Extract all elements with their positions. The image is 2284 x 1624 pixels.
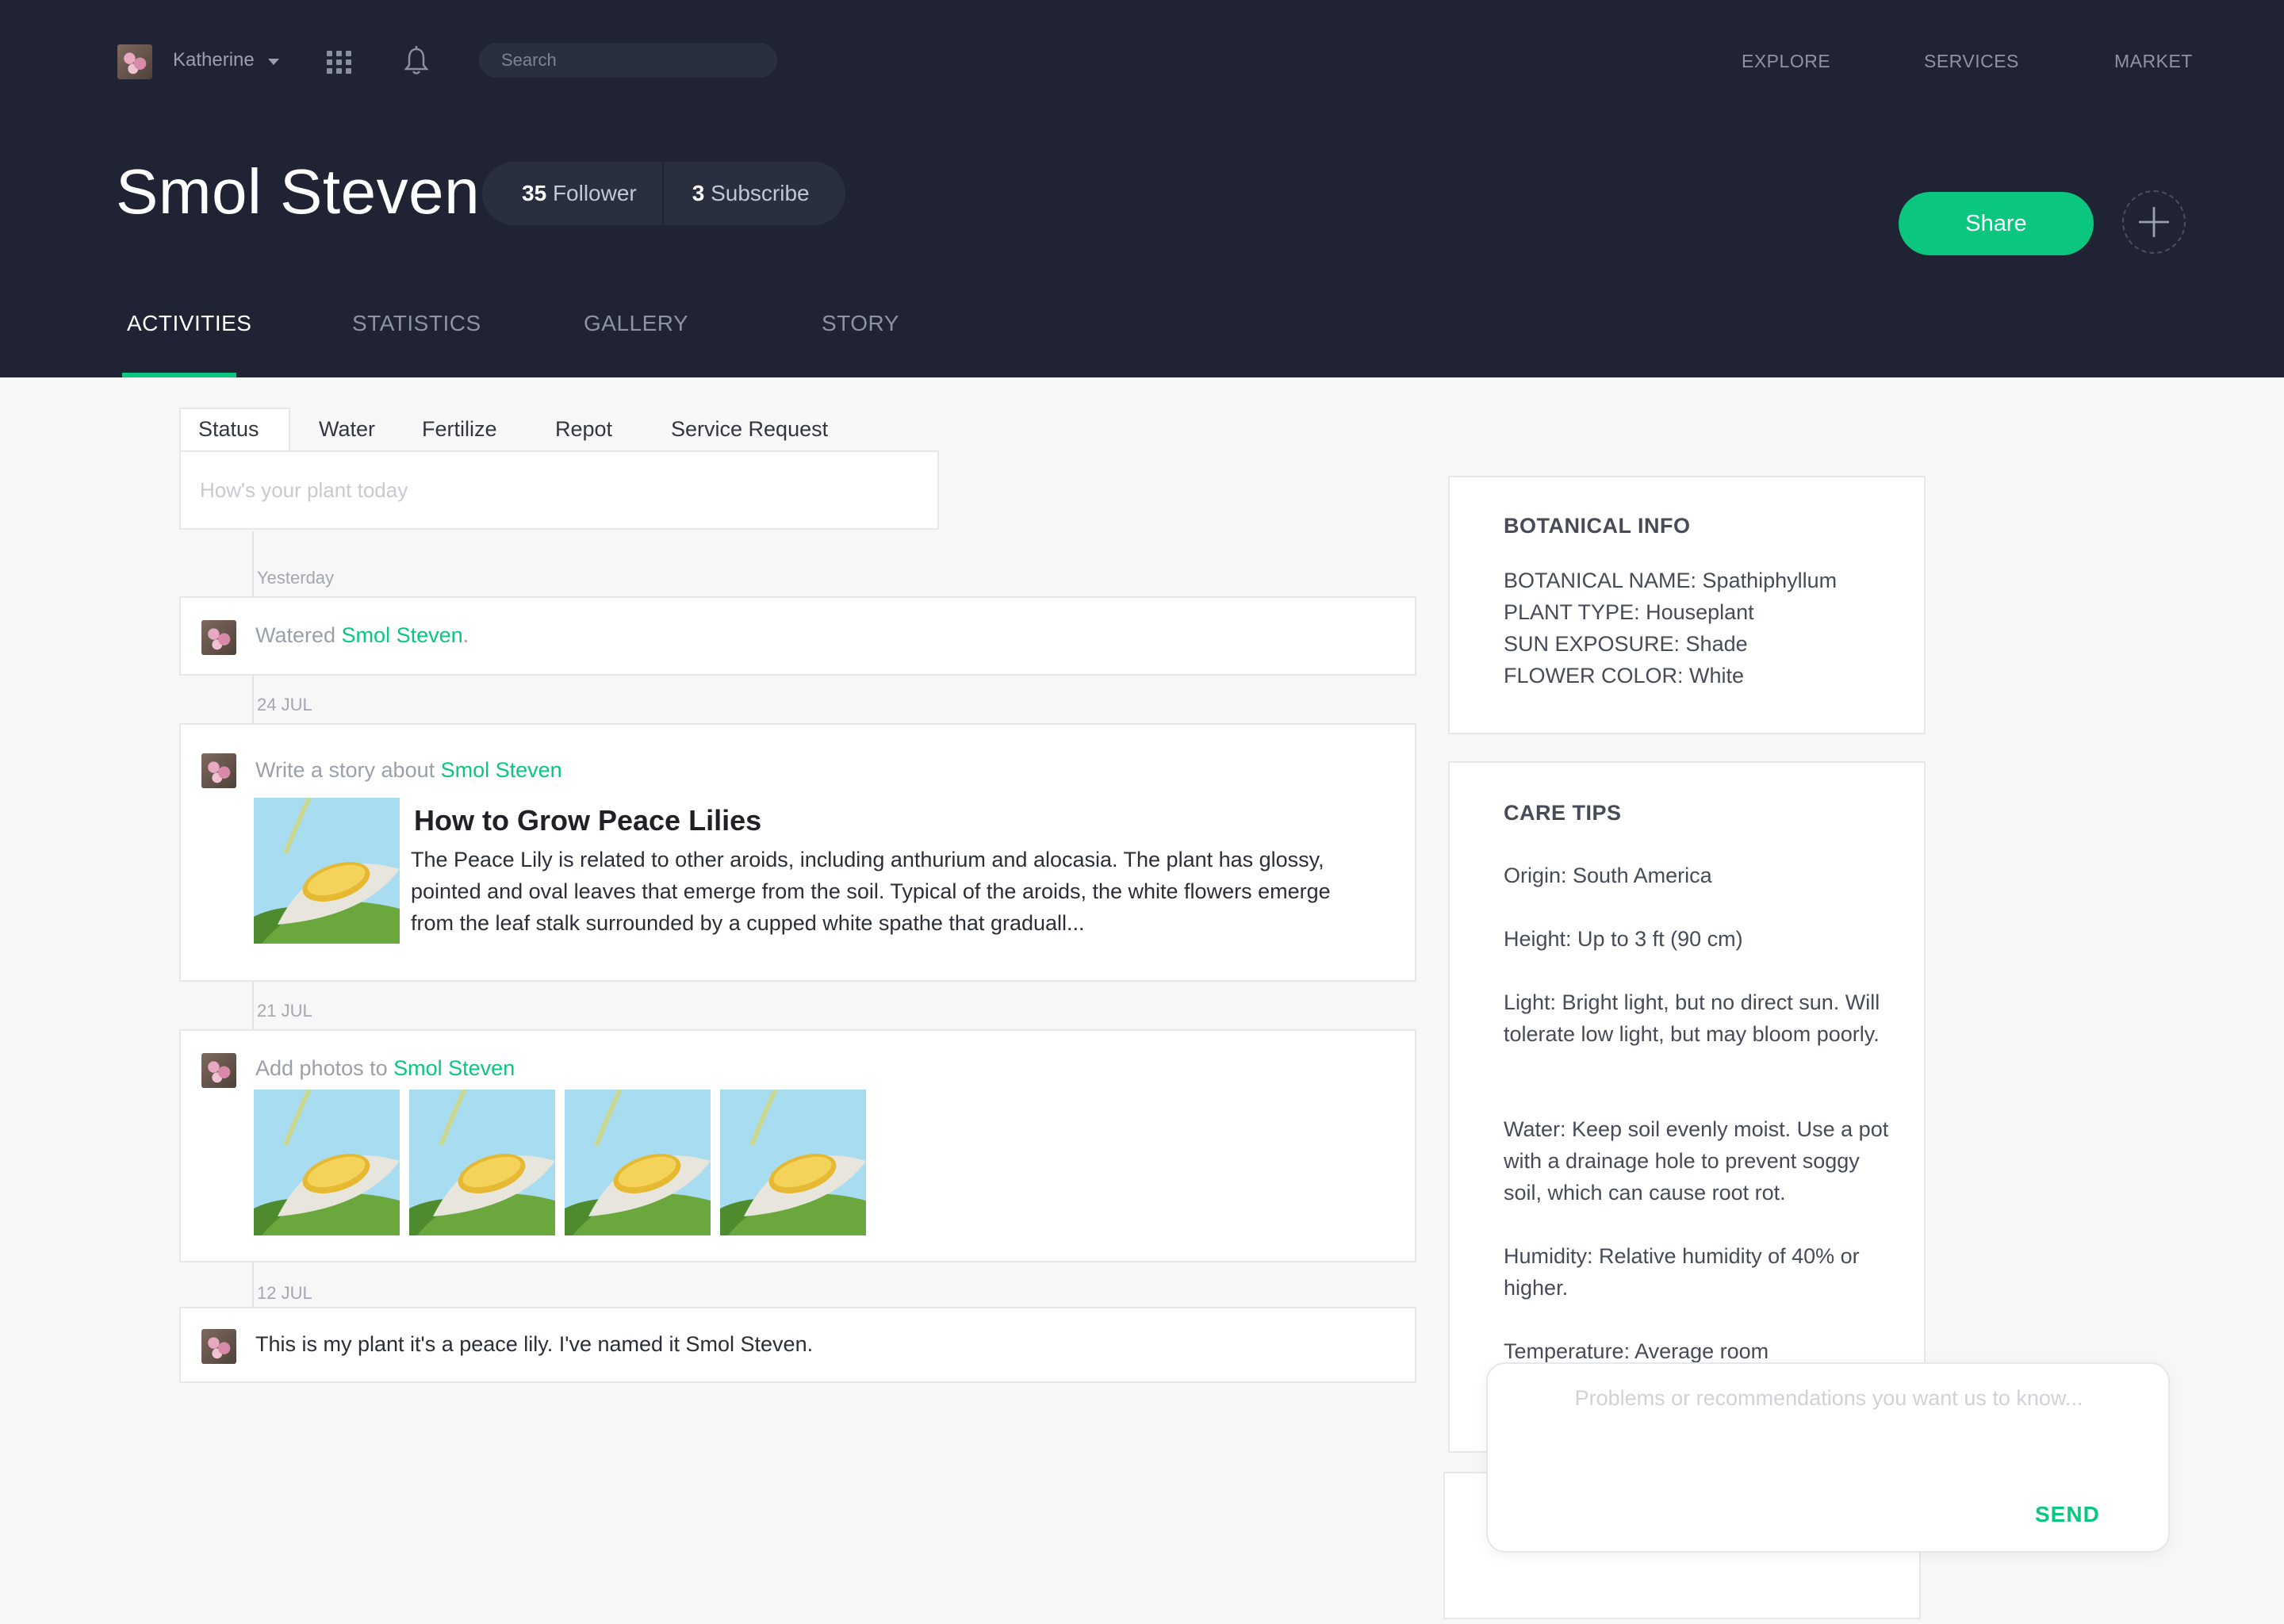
send-button[interactable]: SEND [2035, 1502, 2100, 1527]
gallery-photo[interactable] [409, 1090, 555, 1235]
avatar [201, 620, 236, 655]
activity-card-status: This is my plant it's a peace lily. I've… [179, 1307, 1416, 1383]
activity-card-story: Write a story about Smol Steven How to G… [179, 723, 1416, 982]
tab-story[interactable]: STORY [822, 311, 899, 336]
tab-gallery[interactable]: GALLERY [584, 311, 688, 336]
composer-tab-water[interactable]: Water [319, 417, 375, 442]
timeline-date: 21 JUL [257, 1001, 312, 1021]
apps-grid-icon[interactable] [327, 51, 354, 75]
nav-market[interactable]: MARKET [2114, 51, 2193, 72]
timeline-connector [252, 676, 254, 723]
timeline-connector [252, 1262, 254, 1307]
share-button[interactable]: Share [1899, 192, 2094, 255]
sun-exposure: SUN EXPOSURE: Shade [1504, 632, 1748, 656]
story-thumbnail[interactable] [254, 798, 400, 944]
status-text: This is my plant it's a peace lily. I've… [255, 1332, 814, 1356]
care-light: Light: Bright light, but no direct sun. … [1504, 990, 1880, 1046]
care-tips-panel: CARE TIPS Origin: South America Height: … [1448, 761, 1926, 1453]
timeline-connector [252, 982, 254, 1031]
chevron-down-icon[interactable] [268, 59, 279, 65]
timeline-date: 12 JUL [257, 1283, 312, 1303]
nav-explore[interactable]: EXPLORE [1742, 51, 1830, 72]
botanical-name: BOTANICAL NAME: Spathiphyllum [1504, 569, 1838, 592]
avatar [201, 753, 236, 788]
active-tab-indicator [122, 373, 236, 377]
user-avatar[interactable] [117, 44, 152, 79]
care-water: Water: Keep soil evenly moist. Use a pot… [1504, 1117, 1889, 1205]
feedback-input[interactable] [1512, 1386, 2146, 1465]
avatar [201, 1329, 236, 1364]
bell-icon[interactable] [403, 44, 430, 76]
search-input[interactable] [479, 43, 777, 78]
panel-title: BOTANICAL INFO [1504, 514, 1691, 538]
tab-activities[interactable]: ACTIVITIES [127, 311, 251, 336]
composer-tab-fertilize[interactable]: Fertilize [422, 417, 497, 442]
user-name-menu[interactable]: Katherine [173, 49, 255, 71]
add-button[interactable] [2122, 190, 2186, 254]
care-humidity: Humidity: Relative humidity of 40% or hi… [1504, 1244, 1860, 1300]
story-excerpt: The Peace Lily is related to other aroid… [411, 848, 1331, 935]
activity-text: Write a story about Smol Steven [255, 758, 562, 782]
composer-tab-repot[interactable]: Repot [555, 417, 612, 442]
panel-title: CARE TIPS [1504, 801, 1622, 825]
gallery-photo[interactable] [254, 1090, 400, 1235]
tab-statistics[interactable]: STATISTICS [352, 311, 481, 336]
plant-link[interactable]: Smol Steven [393, 1056, 515, 1080]
gallery-photo[interactable] [720, 1090, 866, 1235]
avatar [201, 1053, 236, 1088]
story-title[interactable]: How to Grow Peace Lilies [414, 804, 761, 837]
activity-card-watered: Watered Smol Steven. [179, 596, 1416, 676]
feedback-popup: SEND [1486, 1362, 2170, 1553]
gallery-photo[interactable] [565, 1090, 711, 1235]
page-title: Smol Steven [116, 156, 481, 227]
care-origin: Origin: South America [1504, 864, 1712, 887]
activity-text: Add photos to Smol Steven [255, 1056, 515, 1080]
care-height: Height: Up to 3 ft (90 cm) [1504, 927, 1743, 951]
peace-lily-image [254, 798, 400, 944]
plant-link[interactable]: Smol Steven [441, 758, 562, 782]
top-bar: Katherine EXPLORE SERVICES MARKET [0, 0, 2284, 119]
nav-services[interactable]: SERVICES [1924, 51, 2019, 72]
activity-text: Watered Smol Steven. [255, 623, 469, 647]
status-composer [179, 450, 939, 530]
timeline-date: 24 JUL [257, 695, 312, 714]
subscribe-stat[interactable]: 3 Subscribe [664, 181, 810, 206]
flower-color: FLOWER COLOR: White [1504, 664, 1745, 688]
composer-tab-status[interactable]: Status [198, 417, 259, 442]
activity-card-photos: Add photos to Smol Steven [179, 1029, 1416, 1262]
composer-tab-service-request[interactable]: Service Request [671, 417, 828, 442]
timeline-date: Yesterday [257, 568, 335, 588]
plant-type: PLANT TYPE: Houseplant [1504, 600, 1754, 624]
botanical-info-panel: BOTANICAL INFO BOTANICAL NAME: Spathiphy… [1448, 476, 1926, 734]
status-input[interactable] [181, 452, 937, 528]
profile-header: Katherine EXPLORE SERVICES MARKET Smol S… [0, 0, 2284, 377]
timeline-connector [252, 531, 254, 596]
follow-stats: 35 Follower 3 Subscribe [482, 162, 845, 225]
plant-link[interactable]: Smol Steven [342, 623, 463, 647]
plus-icon [2139, 207, 2169, 237]
follower-stat[interactable]: 35 Follower [482, 181, 637, 206]
